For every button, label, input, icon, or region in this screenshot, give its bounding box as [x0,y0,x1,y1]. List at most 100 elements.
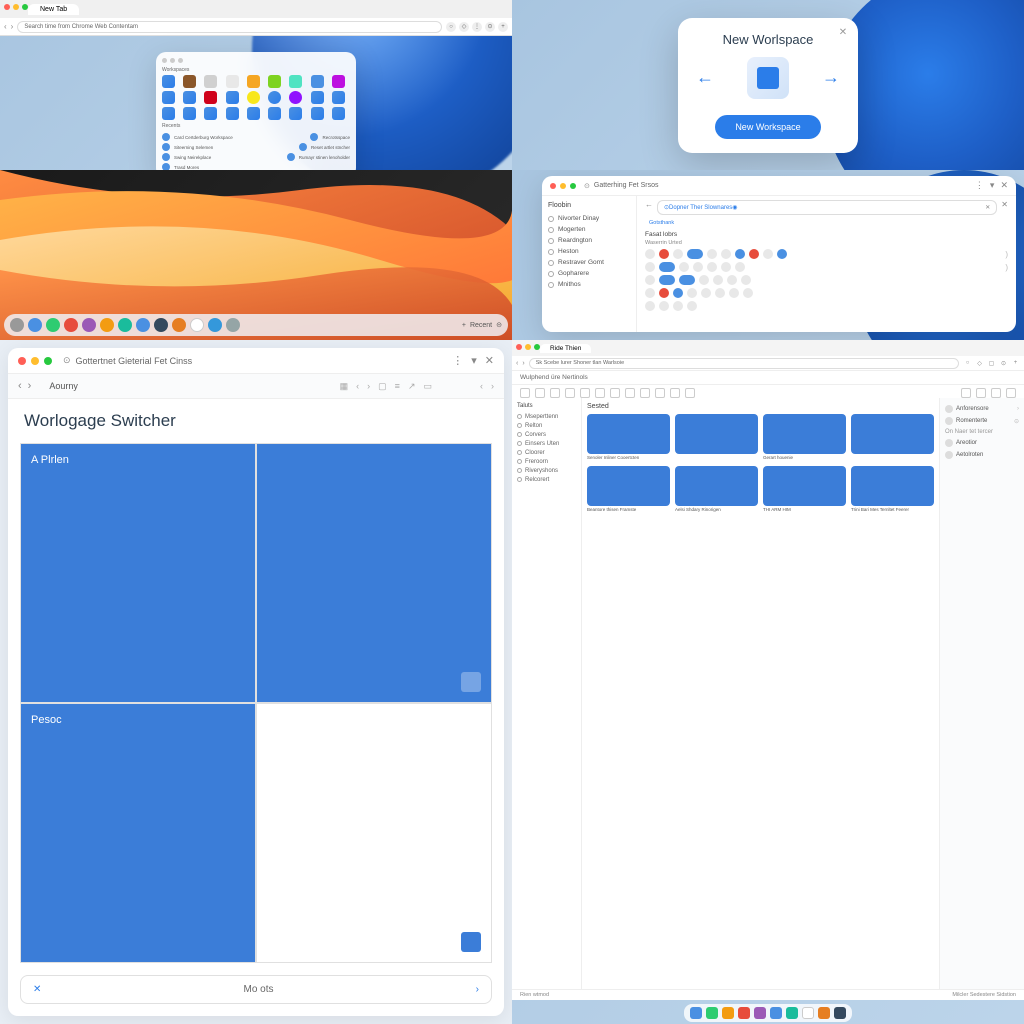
thumbnail[interactable]: THI ARM HIM [763,466,846,513]
app-icon[interactable] [247,75,260,88]
library-icon[interactable] [645,262,655,272]
app-icon[interactable] [183,91,196,104]
tool-icon[interactable] [976,388,986,398]
library-icon[interactable] [687,288,697,298]
sidebar-item[interactable]: Restraver Gomt [548,257,630,268]
taskbar-icon[interactable] [208,318,222,332]
sidebar-item[interactable]: Mseperttenn [517,412,576,421]
library-icon[interactable] [749,249,759,259]
dock-icon[interactable] [706,1007,718,1019]
tool-icon[interactable] [640,388,650,398]
close-icon[interactable]: ✕ [1000,180,1008,191]
taskbar-icon[interactable] [100,318,114,332]
taskbar-icon[interactable] [10,318,24,332]
library-icon[interactable] [659,288,669,298]
minimize-icon[interactable] [13,4,19,10]
filter-pill[interactable]: Gotsthank [645,219,1008,227]
sidebar-item[interactable]: Gopharere [548,268,630,279]
tool-icon[interactable] [535,388,545,398]
tool-icon[interactable] [625,388,635,398]
thumbnail[interactable] [851,414,934,461]
sidebar-item[interactable]: Relton [517,421,576,430]
browser-tab[interactable]: Ride Thien [540,344,591,353]
thumbnail[interactable]: Aelsi Shdary Rinorigen [675,466,758,513]
sidebar-item[interactable]: Heston [548,246,630,257]
more-row[interactable]: ✕ Mo ots › [20,975,492,1004]
library-icon[interactable] [687,301,697,311]
more-icon[interactable]: + [498,22,508,32]
library-icon[interactable] [679,275,695,285]
taskbar-icon[interactable] [46,318,60,332]
app-icon[interactable] [311,107,324,120]
tool-icon[interactable] [580,388,590,398]
sidebar-item[interactable]: Relcorert [517,475,576,484]
library-icon[interactable] [679,262,689,272]
app-icon[interactable] [289,107,302,120]
tool-icon[interactable] [655,388,665,398]
app-icon[interactable] [162,75,175,88]
thumbnail[interactable] [675,414,758,461]
library-icon[interactable] [707,262,717,272]
app-icon[interactable] [332,107,345,120]
profile-icon[interactable]: ⋮ [472,22,482,32]
back-icon[interactable]: ‹ [4,22,7,31]
forward-icon[interactable]: › [522,360,524,367]
close-icon[interactable] [550,183,556,189]
list-item[interactable]: Swing NeirekplaceRumayr stinen lenoholde… [162,152,350,162]
minimize-icon[interactable] [31,357,39,365]
close-x-icon[interactable]: ✕ [33,984,41,995]
taskbar-icon[interactable] [64,318,78,332]
forward-icon[interactable]: › [28,380,32,392]
action-icon[interactable]: ▾ [471,354,477,367]
toolbar-icon[interactable]: ▦ [340,381,349,392]
recent-label[interactable]: Recent [470,322,492,329]
app-icon[interactable] [332,91,345,104]
library-icon[interactable] [645,249,655,259]
app-icon[interactable] [247,91,260,104]
minimize-icon[interactable] [560,183,566,189]
tool-icon[interactable] [685,388,695,398]
taskbar-icon[interactable] [226,318,240,332]
app-icon[interactable] [226,75,239,88]
app-icon[interactable] [289,91,302,104]
action-icon[interactable]: ⋮ [975,180,984,191]
thumbnail[interactable]: Gerart houenie [763,414,846,461]
dock-icon[interactable] [802,1007,814,1019]
app-icon[interactable] [162,107,175,120]
extensions-icon[interactable]: ◇ [459,22,469,32]
url-input[interactable]: Sk Scebe lurer Shoner tlan Warlsoie [529,358,959,369]
menu-icon[interactable]: ⊙ [999,359,1008,368]
app-icon[interactable] [268,75,281,88]
toolbar-icon[interactable]: ‹ [356,381,359,392]
library-icon[interactable] [741,275,751,285]
library-icon[interactable] [645,275,655,285]
create-workspace-button[interactable]: New Workspace [715,115,820,139]
library-icon[interactable] [687,249,703,259]
back-icon[interactable]: ‹ [18,380,22,392]
close-icon[interactable]: ✕ [836,26,850,40]
library-icon[interactable] [721,262,731,272]
dock-icon[interactable] [738,1007,750,1019]
sidebar-item[interactable]: Freroorn [517,457,576,466]
workspace-tile[interactable] [256,703,492,963]
library-icon[interactable] [659,275,675,285]
tool-icon[interactable] [961,388,971,398]
sync-icon[interactable]: ○ [963,359,972,368]
tool-icon[interactable] [610,388,620,398]
app-icon[interactable] [268,107,281,120]
tool-icon[interactable] [991,388,1001,398]
library-icon[interactable] [645,301,655,311]
close-icon[interactable] [4,4,10,10]
maximize-icon[interactable] [44,357,52,365]
library-icon[interactable] [777,249,787,259]
dock-icon[interactable] [818,1007,830,1019]
toolbar-icon[interactable]: ≡ [395,381,400,392]
arrow-right-icon[interactable]: → [818,63,844,92]
toolbar-icon[interactable]: › [491,381,494,392]
tool-icon[interactable] [565,388,575,398]
action-icon[interactable]: ▾ [990,180,995,191]
list-item[interactable]: Trasd Mores [162,162,350,170]
arrow-left-icon[interactable]: ← [692,63,718,92]
library-icon[interactable] [699,275,709,285]
forward-icon[interactable]: › [11,22,14,31]
